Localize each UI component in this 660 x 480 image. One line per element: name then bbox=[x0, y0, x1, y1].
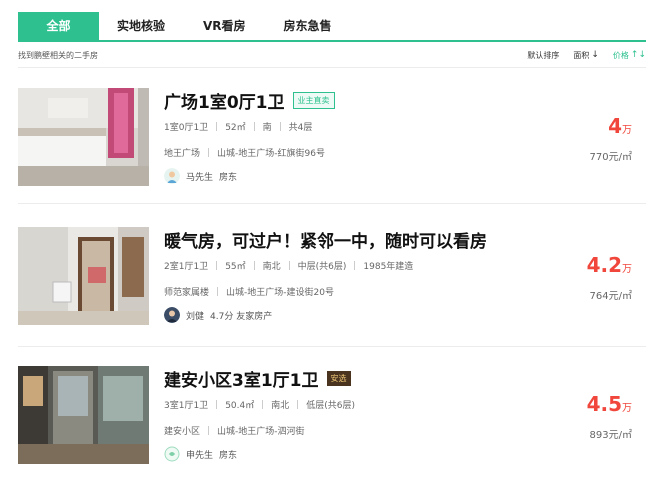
agent-info: 房东 bbox=[219, 172, 238, 183]
listing-photo[interactable] bbox=[18, 366, 149, 464]
listing-title-row: 暖气房，可过户！紧邻一中，随时可以看房 bbox=[164, 227, 487, 252]
agent-info: 4.7分 友家房产 bbox=[210, 311, 273, 322]
agent-info: 房东 bbox=[219, 450, 238, 461]
listing-details: 3室1厅1卫 50.4㎡ 南北 低层(共6层) bbox=[164, 398, 355, 411]
listing-agent: 申先生 房东 bbox=[164, 446, 237, 462]
year-built-text: 1985年建造 bbox=[363, 262, 414, 272]
listing-agent: 马先生 房东 bbox=[164, 168, 237, 184]
community-link[interactable]: 地王广场 bbox=[164, 146, 200, 159]
area-text: 55㎡ bbox=[225, 262, 246, 272]
listing-card[interactable]: 广场1室0厅1卫 业主直卖 1室0厅1卫 52㎡ 南 共4层 地王广场 山城-地… bbox=[18, 88, 646, 188]
avatar bbox=[164, 168, 180, 184]
community-link[interactable]: 师范家属楼 bbox=[164, 285, 209, 298]
listing-title-row: 广场1室0厅1卫 业主直卖 bbox=[164, 88, 335, 113]
listing-location: 建安小区 山城-地王广场-泗河街 bbox=[164, 424, 305, 437]
area-text: 50.4㎡ bbox=[225, 401, 255, 411]
total-price: 4.5万 bbox=[587, 392, 632, 416]
address-text: 山城-地王广场-红旗街96号 bbox=[217, 149, 325, 159]
divider bbox=[18, 203, 646, 204]
anxuan-badge: 安选 bbox=[326, 371, 351, 386]
price-unit: 万 bbox=[622, 403, 632, 414]
address-text: 山城-地王广场-泗河街 bbox=[217, 427, 305, 437]
agent-name: 申先生 bbox=[186, 450, 214, 461]
divider bbox=[18, 346, 646, 347]
layout-text: 2室1厅1卫 bbox=[164, 262, 209, 272]
price-value: 4 bbox=[608, 114, 622, 138]
owner-direct-badge: 业主直卖 bbox=[292, 92, 335, 109]
floor-text: 共4层 bbox=[288, 123, 313, 133]
agent-name: 刘健 bbox=[186, 311, 205, 322]
unit-price: 770元/㎡ bbox=[589, 152, 632, 163]
listing-location: 师范家属楼 山城-地王广场-建设街20号 bbox=[164, 285, 334, 298]
listing-photo[interactable] bbox=[18, 88, 149, 186]
tab-urgent-sale[interactable]: 房东急售 bbox=[284, 12, 332, 40]
floor-text: 低层(共6层) bbox=[306, 401, 355, 411]
price-unit: 万 bbox=[622, 264, 632, 275]
unit-price: 764元/㎡ bbox=[589, 291, 632, 302]
listing-photo[interactable] bbox=[18, 227, 149, 325]
address-text: 山城-地王广场-建设街20号 bbox=[226, 288, 334, 298]
floor-text: 中层(共6层) bbox=[297, 262, 347, 272]
listing-tabs: 全部 实地核验 VR看房 房东急售 bbox=[18, 12, 646, 42]
tab-all[interactable]: 全部 bbox=[18, 12, 99, 40]
total-price: 4.2万 bbox=[587, 253, 632, 277]
orientation-text: 南北 bbox=[271, 401, 290, 411]
listing-title[interactable]: 建安小区3室1厅1卫 bbox=[164, 366, 319, 391]
orientation-text: 南北 bbox=[262, 262, 281, 272]
layout-text: 3室1厅1卫 bbox=[164, 401, 209, 411]
sort-area-label: 面积 bbox=[573, 50, 590, 60]
listing-location: 地王广场 山城-地王广场-红旗街96号 bbox=[164, 146, 325, 159]
sort-default-label: 默认排序 bbox=[527, 50, 560, 60]
community-link[interactable]: 建安小区 bbox=[164, 424, 200, 437]
listing-title[interactable]: 暖气房，可过户！紧邻一中，随时可以看房 bbox=[164, 227, 487, 252]
listing-title-row: 建安小区3室1厅1卫 安选 bbox=[164, 366, 351, 391]
listing-card[interactable]: 建安小区3室1厅1卫 安选 3室1厅1卫 50.4㎡ 南北 低层(共6层) 建安… bbox=[18, 366, 646, 466]
tab-vr-tour[interactable]: VR看房 bbox=[203, 12, 246, 40]
results-hint: 找到鹏壁相关的二手房 bbox=[18, 50, 98, 60]
avatar bbox=[164, 446, 180, 462]
divider bbox=[18, 67, 646, 68]
layout-text: 1室0厅1卫 bbox=[164, 123, 209, 133]
sort-price[interactable]: 价格 ↑↓ bbox=[613, 50, 646, 61]
area-text: 52㎡ bbox=[225, 123, 246, 133]
sort-options: 默认排序 面积 ↓ 价格 ↑↓ bbox=[527, 50, 646, 61]
results-subheader: 找到鹏壁相关的二手房 默认排序 面积 ↓ 价格 ↑↓ bbox=[18, 45, 646, 65]
listing-title[interactable]: 广场1室0厅1卫 bbox=[164, 88, 285, 113]
price-unit: 万 bbox=[622, 125, 632, 136]
listing-agent: 刘健 4.7分 友家房产 bbox=[164, 307, 272, 323]
orientation-text: 南 bbox=[262, 123, 272, 133]
arrow-down-icon: ↓ bbox=[591, 50, 599, 60]
arrow-updown-icon: ↑↓ bbox=[630, 50, 646, 60]
sort-default[interactable]: 默认排序 bbox=[527, 50, 559, 61]
listing-details: 1室0厅1卫 52㎡ 南 共4层 bbox=[164, 120, 312, 133]
avatar bbox=[164, 307, 180, 323]
unit-price: 893元/㎡ bbox=[589, 430, 632, 441]
listing-details: 2室1厅1卫 55㎡ 南北 中层(共6层) 1985年建造 bbox=[164, 259, 413, 272]
price-value: 4.2 bbox=[586, 253, 622, 277]
sort-area[interactable]: 面积 ↓ bbox=[573, 50, 599, 61]
price-value: 4.5 bbox=[586, 392, 622, 416]
tab-field-verified[interactable]: 实地核验 bbox=[117, 12, 165, 40]
sort-price-label: 价格 bbox=[612, 50, 629, 60]
total-price: 4万 bbox=[608, 114, 632, 138]
listing-card[interactable]: 暖气房，可过户！紧邻一中，随时可以看房 2室1厅1卫 55㎡ 南北 中层(共6层… bbox=[18, 227, 646, 327]
agent-name: 马先生 bbox=[186, 172, 214, 183]
